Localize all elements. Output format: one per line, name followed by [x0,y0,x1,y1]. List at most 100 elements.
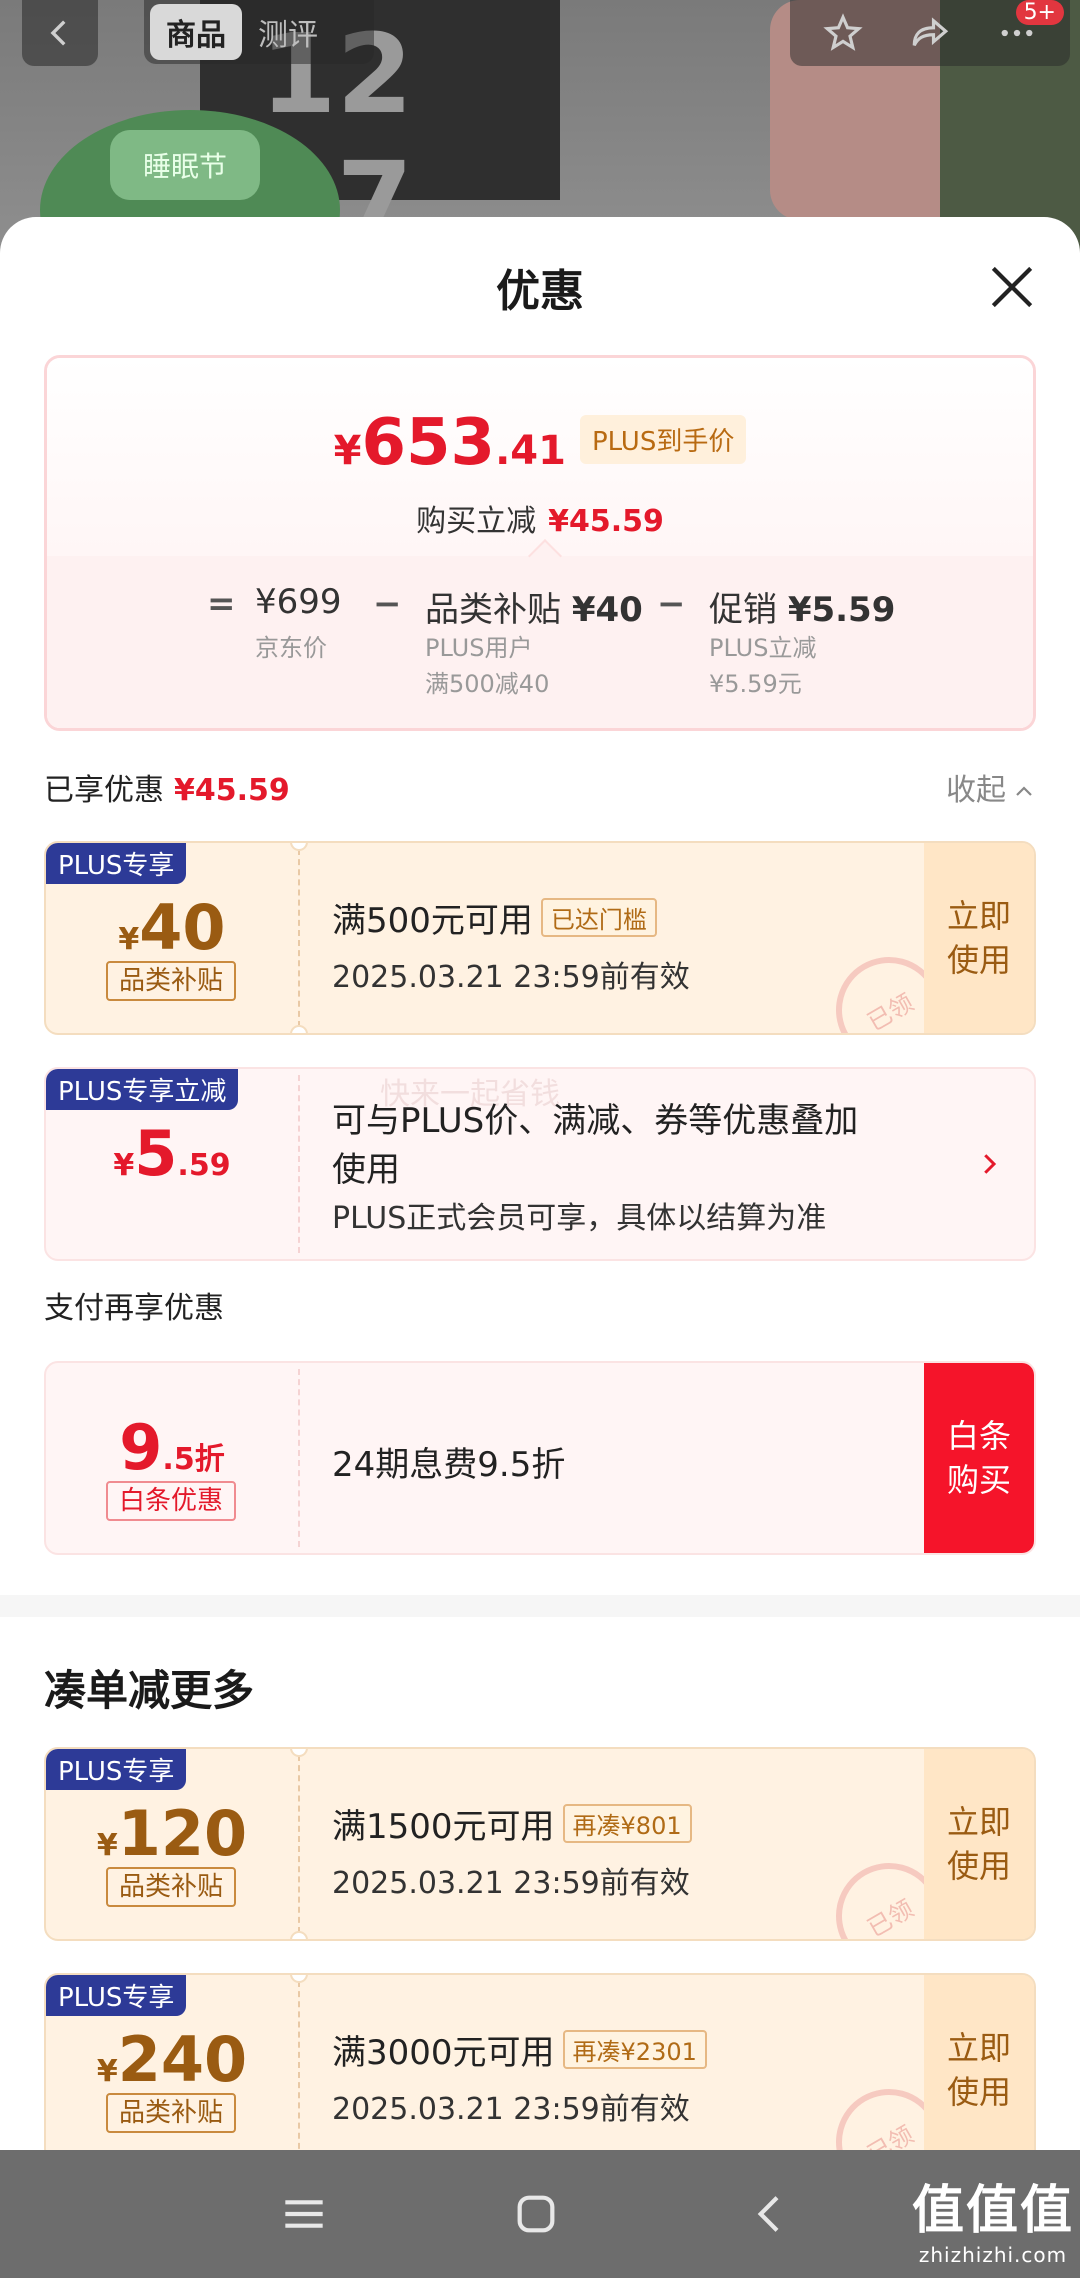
coupon-card[interactable]: PLUS专享 ¥40 品类补贴 满500元可用 已达门槛 2025.03.21 2… [44,841,1036,1035]
plus-exclusive-badge: PLUS专享 [46,843,187,884]
chevron-up-icon [1016,785,1032,796]
baitiao-buy-button[interactable]: 白条 购买 [924,1363,1034,1553]
add-more-pill: 再凑¥801 [562,1804,692,1843]
use-now-button[interactable]: 立即 使用 [924,843,1034,1033]
baitiao-discount-dec: .5折 [162,1442,225,1477]
star-icon[interactable] [822,12,864,54]
reduction-amount-int: 5 [134,1117,178,1190]
coupon-condition: 满1500元可用 再凑¥801 [332,1799,904,1848]
coupon-type: 品类补贴 [106,961,236,1001]
chevron-left-icon [757,2196,779,2232]
enjoyed-value: ¥45.59 [174,773,290,808]
baitiao-type: 白条优惠 [106,1481,236,1521]
coupon-notch [290,843,308,851]
coupon-divider [298,1369,300,1547]
section-divider [0,1595,1080,1617]
coupon-body: 满3000元可用 再凑¥2301 2025.03.21 23:59前有效 [332,2025,904,2128]
reduction-amount: ¥5.59 [46,1117,298,1190]
coupon-notch [290,1931,308,1939]
plus-instant-badge: PLUS专享立减 [46,1069,239,1110]
plus-instant-reduction-card[interactable]: PLUS专享立减 ¥5.59 快来一起省钱 可与PLUS价、满减、券等优惠叠加 … [44,1067,1036,1261]
minus-sign: − [657,584,686,624]
coupon-type: 品类补贴 [106,2093,236,2133]
currency-symbol: ¥ [118,922,140,957]
use-now-button[interactable]: 立即 使用 [924,1975,1034,2150]
collapse-button[interactable]: 收起 [946,765,1036,809]
coupon-notch [290,1025,308,1033]
close-button[interactable] [984,259,1040,315]
promotion-line2: ¥5.59元 [709,670,802,698]
baitiao-discount-int: 9 [119,1411,163,1484]
coupon-divider [298,849,300,1027]
final-price: ¥653.41 PLUS到手价 [47,406,1033,480]
chevron-right-icon[interactable] [974,1149,1004,1179]
promotion-value: ¥5.59 [787,590,896,630]
coupon-amount: ¥240 [46,2023,298,2096]
threshold-pill: 已达门槛 [540,898,657,937]
message-badge: 5+ [1015,0,1064,25]
instant-discount-value: ¥45.59 [548,504,664,539]
currency-symbol: ¥ [96,1828,118,1863]
category-subsidy-value: ¥40 [571,590,643,630]
coupon-divider [298,1755,300,1933]
jd-price: ¥699 [255,582,342,622]
product-tabs: 商品 测评 [144,0,374,64]
baitiao-card[interactable]: 9.5折 白条优惠 24期息费9.5折 白条 购买 [44,1361,1036,1555]
price-summary-top: ¥653.41 PLUS到手价 购买立减 ¥45.59 [47,358,1033,556]
equals-sign: = [207,584,236,624]
coupon-body: 满500元可用 已达门槛 2025.03.21 23:59前有效 [332,893,904,996]
coupon-amount-value: 40 [139,891,226,964]
reduction-body: 可与PLUS价、满减、券等优惠叠加 使用 PLUS正式会员可享，具体以结算为准 [332,1093,904,1237]
coupon-card[interactable]: PLUS专享 ¥120 品类补贴 满1500元可用 再凑¥801 2025.03.… [44,1747,1036,1941]
sheet-title: 优惠 [496,266,584,317]
system-back-button[interactable] [742,2186,798,2242]
close-icon [991,266,1033,308]
price-decimal: .41 [495,428,566,474]
currency-symbol: ¥ [96,2054,118,2089]
enjoyed-discount-row: 已享优惠 ¥45.59 收起 [44,765,1036,809]
baitiao-title: 24期息费9.5折 [332,1445,566,1485]
tab-product[interactable]: 商品 [150,4,242,60]
coupon-divider [298,1075,300,1253]
add-more-pill: 再凑¥2301 [562,2030,707,2069]
coupon-expiry: 2025.03.21 23:59前有效 [332,2092,690,2127]
plus-exclusive-badge: PLUS专享 [46,1975,187,2016]
coupon-condition: 满3000元可用 再凑¥2301 [332,2025,904,2074]
coupon-expiry: 2025.03.21 23:59前有效 [332,1866,690,1901]
category-subsidy-line1: PLUS用户 [425,634,533,662]
coupon-card[interactable]: PLUS专享 ¥240 品类补贴 满3000元可用 再凑¥2301 2025.03… [44,1973,1036,2150]
home-button[interactable] [508,2186,564,2242]
baitiao-body: 24期息费9.5折 [332,1437,904,1486]
more-discount-title: 凑单减更多 [44,1666,255,1715]
back-button[interactable] [22,0,98,66]
watermark-logo: 值值值 [911,2181,1074,2241]
price-summary-card: ¥653.41 PLUS到手价 购买立减 ¥45.59 = ¥699 京东价 − 品… [44,355,1036,731]
tab-review[interactable]: 测评 [242,4,334,60]
category-subsidy-name: 品类补贴 [425,590,561,630]
collapse-label: 收起 [946,773,1006,808]
home-square-icon [517,2195,555,2233]
promotion-line1: PLUS立减 [709,634,817,662]
promotion-name: 促销 [709,590,777,630]
reduction-amount-dec: .59 [177,1148,231,1183]
coupon-type: 品类补贴 [106,1867,236,1907]
instant-discount: 购买立减 ¥45.59 [47,496,1033,540]
coupon-condition-text: 满500元可用 [332,901,533,941]
coupon-notch [290,1975,308,1983]
promotion: 促销 ¥5.59 [709,582,895,631]
use-now-button[interactable]: 立即 使用 [924,1749,1034,1939]
jd-price-label: 京东价 [255,634,327,662]
chevron-left-icon [50,20,66,46]
discount-sheet: 优惠 ¥653.41 PLUS到手价 购买立减 ¥45.59 = ¥699 京东价 … [0,217,1080,2150]
top-actions: 5+ [790,0,1070,66]
currency-symbol: ¥ [113,1148,135,1183]
recents-button[interactable] [276,2186,332,2242]
price-integer: 653 [361,406,496,480]
instant-discount-label: 购买立减 [416,504,537,539]
minus-sign: − [373,584,402,624]
coupon-amount-value: 120 [117,1797,248,1870]
reduction-title-line1: 可与PLUS价、满减、券等优惠叠加 [332,1101,859,1141]
pay-discount-heading: 支付再享优惠 [44,1283,1036,1327]
coupon-amount-value: 240 [117,2023,248,2096]
share-icon[interactable] [909,12,951,54]
